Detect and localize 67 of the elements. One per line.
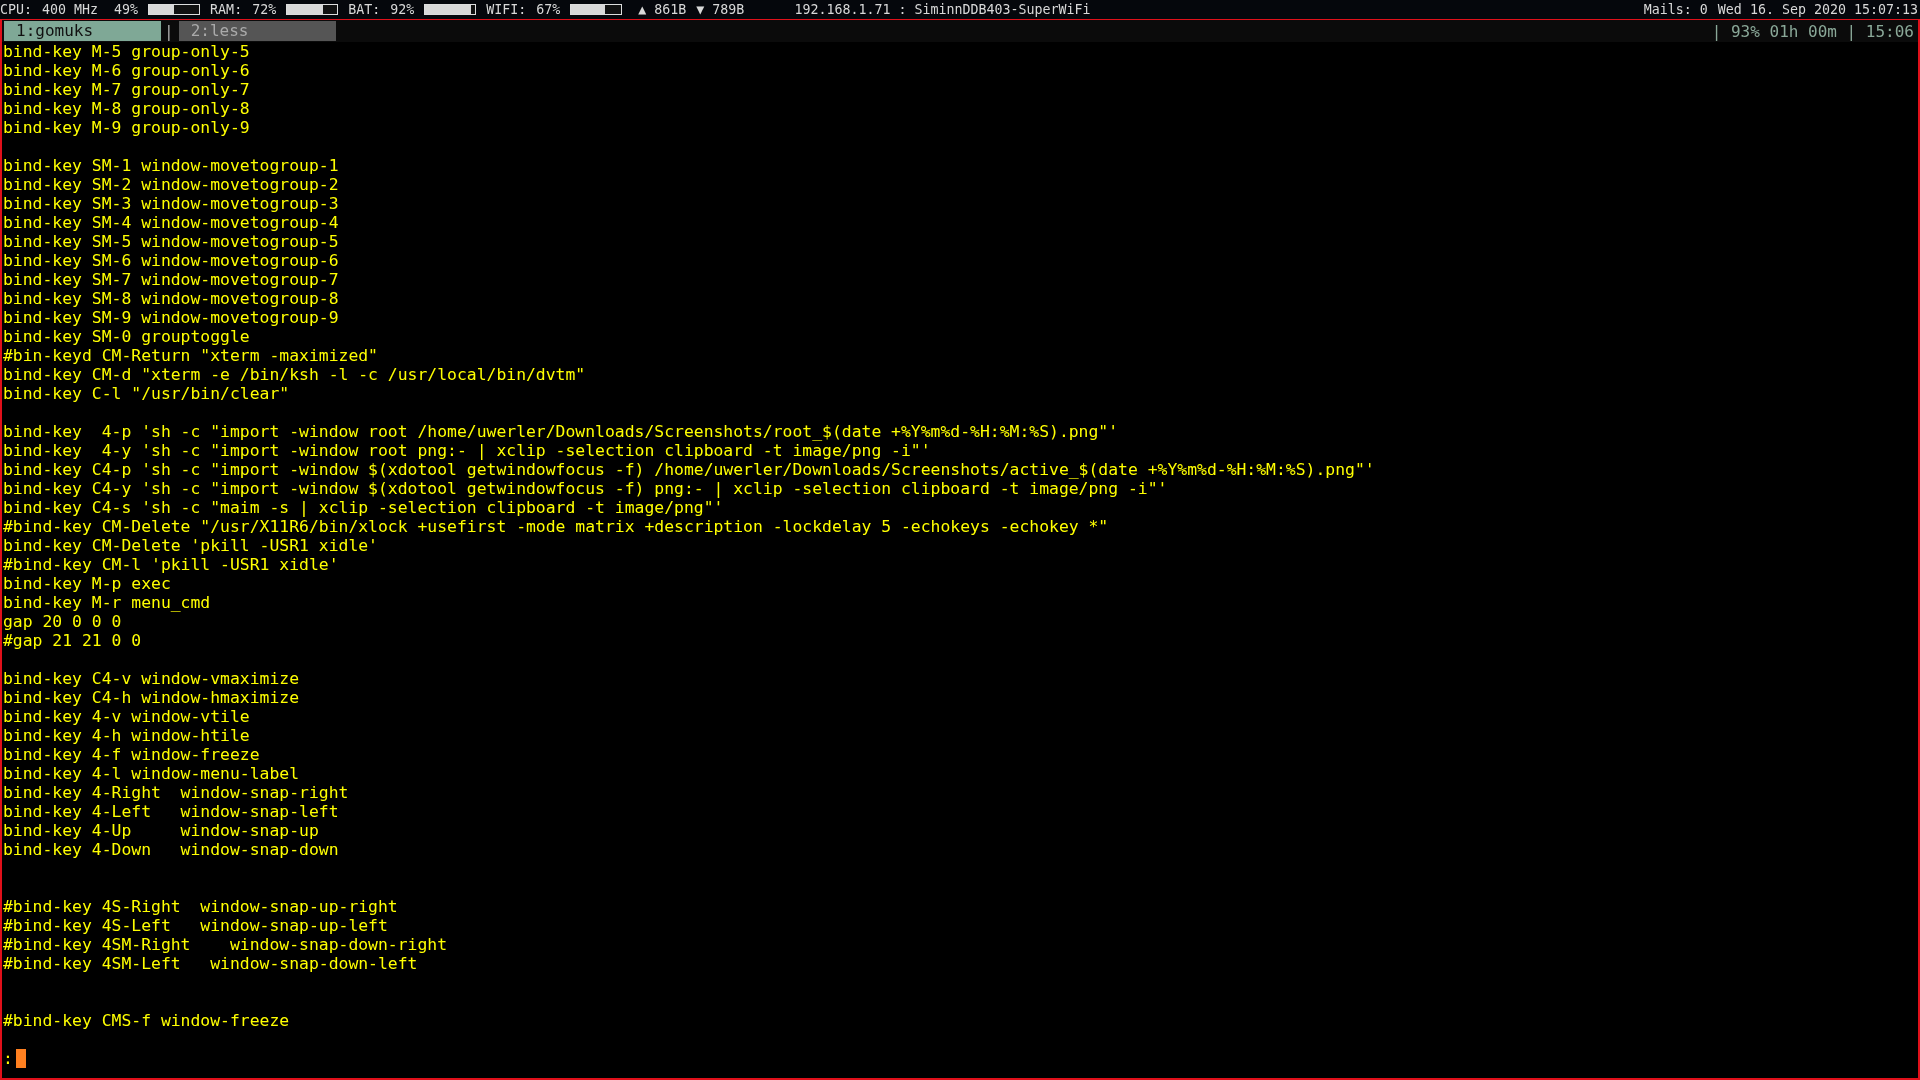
- config-line: bind-key SM-0 grouptoggle: [3, 327, 251, 346]
- tab-status: | 93% 01h 00m | 15:06: [1711, 21, 1915, 41]
- config-line: bind-key C4-v window-vmaximize: [3, 669, 301, 688]
- meter-reading: 92%: [390, 2, 415, 17]
- meter-reading: 67%: [536, 2, 561, 17]
- config-line: bind-key C4-h window-hmaximize: [3, 688, 301, 707]
- config-line: bind-key SM-3 window-movetogroup-3: [3, 194, 340, 213]
- config-line: bind-key 4-Left window-snap-left: [3, 802, 340, 821]
- config-line: #bind-key 4SM-Right window-snap-down-right: [3, 935, 449, 954]
- tab-separator: |: [163, 21, 175, 41]
- config-line: bind-key SM-4 window-movetogroup-4: [3, 213, 340, 232]
- config-line: bind-key SM-1 window-movetogroup-1: [3, 156, 340, 175]
- download-rate: ▼ 789B: [696, 2, 745, 17]
- config-line: bind-key M-6 group-only-6: [3, 61, 251, 80]
- config-line: #bind-key 4SM-Left window-snap-down-left: [3, 954, 419, 973]
- config-line: bind-key C-l "/usr/bin/clear": [3, 384, 291, 403]
- window-tab[interactable]: 1:gomuks: [4, 21, 161, 41]
- meter-bar: [570, 4, 623, 15]
- network-info: 192.168.1.71 : SiminnDDB403-SuperWiFi: [794, 2, 1091, 17]
- config-line: #bin-keyd CM-Return "xterm -maximized": [3, 346, 379, 365]
- meter-label: BAT:: [348, 2, 381, 17]
- config-line: bind-key SM-2 window-movetogroup-2: [3, 175, 340, 194]
- config-line: bind-key CM-Delete 'pkill -USR1 xidle': [3, 536, 379, 555]
- config-line: #bind-key CM-Delete "/usr/X11R6/bin/xlock +usefirst -mode matrix +description -lockdelay 5 -echokeys -echokey *": [3, 517, 1110, 536]
- config-line: #bind-key 4S-Right window-snap-up-right: [3, 897, 399, 916]
- meter-label: WIFI:: [486, 2, 527, 17]
- config-line: bind-key 4-l window-menu-label: [3, 764, 301, 783]
- config-line: bind-key M-p exec: [3, 574, 172, 593]
- config-line: bind-key C4-p 'sh -c "import -window $(xdotool getwindowfocus -f) /home/uwerler/Downloads/Screenshots/active_$(date +%Y%m%d-%H:%M:%S).png"': [3, 460, 1376, 479]
- config-line: bind-key 4-h window-htile: [3, 726, 251, 745]
- meter-reading: 400 MHz 49%: [42, 2, 139, 17]
- config-line: gap 20 0 0 0: [3, 612, 123, 631]
- config-line: bind-key SM-9 window-movetogroup-9: [3, 308, 340, 327]
- config-line: bind-key C4-s 'sh -c "maim -s | xclip -selection clipboard -t image/png"': [3, 498, 725, 517]
- config-line: #gap 21 21 0 0: [3, 631, 143, 650]
- text-cursor: [15, 1049, 26, 1068]
- config-line: bind-key 4-p 'sh -c "import -window root /home/uwerler/Downloads/Screenshots/root_$(date +%Y%m%d-%H:%M:%S).png"': [3, 422, 1120, 441]
- upload-rate: ▲ 861B: [638, 2, 687, 17]
- command-prompt: :: [3, 1049, 13, 1068]
- config-line: bind-key SM-6 window-movetogroup-6: [3, 251, 340, 270]
- config-line: bind-key 4-v window-vtile: [3, 707, 251, 726]
- config-line: bind-key M-8 group-only-8: [3, 99, 251, 118]
- config-line: bind-key SM-7 window-movetogroup-7: [3, 270, 340, 289]
- config-line: #bind-key CMS-f window-freeze: [3, 1011, 291, 1030]
- config-line: bind-key 4-Right window-snap-right: [3, 783, 350, 802]
- mail-count: Mails: 0: [1643, 2, 1708, 17]
- meter-reading: 72%: [252, 2, 277, 17]
- meter-label: RAM:: [210, 2, 243, 17]
- config-line: #bind-key CM-l 'pkill -USR1 xidle': [3, 555, 340, 574]
- config-line: bind-key M-5 group-only-5: [3, 42, 251, 61]
- config-line: bind-key 4-Up window-snap-up: [3, 821, 320, 840]
- config-line: #bind-key 4S-Left window-snap-up-left: [3, 916, 389, 935]
- meter-bar: [148, 4, 201, 15]
- config-line: bind-key SM-5 window-movetogroup-5: [3, 232, 340, 251]
- config-line: bind-key M-7 group-only-7: [3, 80, 251, 99]
- config-line: bind-key M-9 group-only-9: [3, 118, 251, 137]
- config-line: bind-key CM-d "xterm -e /bin/ksh -l -c /usr/local/bin/dvtm": [3, 365, 587, 384]
- config-line: bind-key M-r menu_cmd: [3, 593, 212, 612]
- config-line: bind-key 4-f window-freeze: [3, 745, 261, 764]
- config-line: bind-key 4-y 'sh -c "import -window root png:- | xclip -selection clipboard -t image/png -i"': [3, 441, 932, 460]
- config-line: bind-key C4-y 'sh -c "import -window $(xdotool getwindowfocus -f) png:- | xclip -selection clipboard -t image/png -i"': [3, 479, 1169, 498]
- meter-label: CPU:: [0, 2, 33, 17]
- meter-bar: [424, 4, 477, 15]
- date-time: Wed 16. Sep 2020 15:07:13: [1717, 2, 1918, 17]
- meter-bar: [286, 4, 339, 15]
- config-line: bind-key 4-Down window-snap-down: [3, 840, 340, 859]
- config-line: bind-key SM-8 window-movetogroup-8: [3, 289, 340, 308]
